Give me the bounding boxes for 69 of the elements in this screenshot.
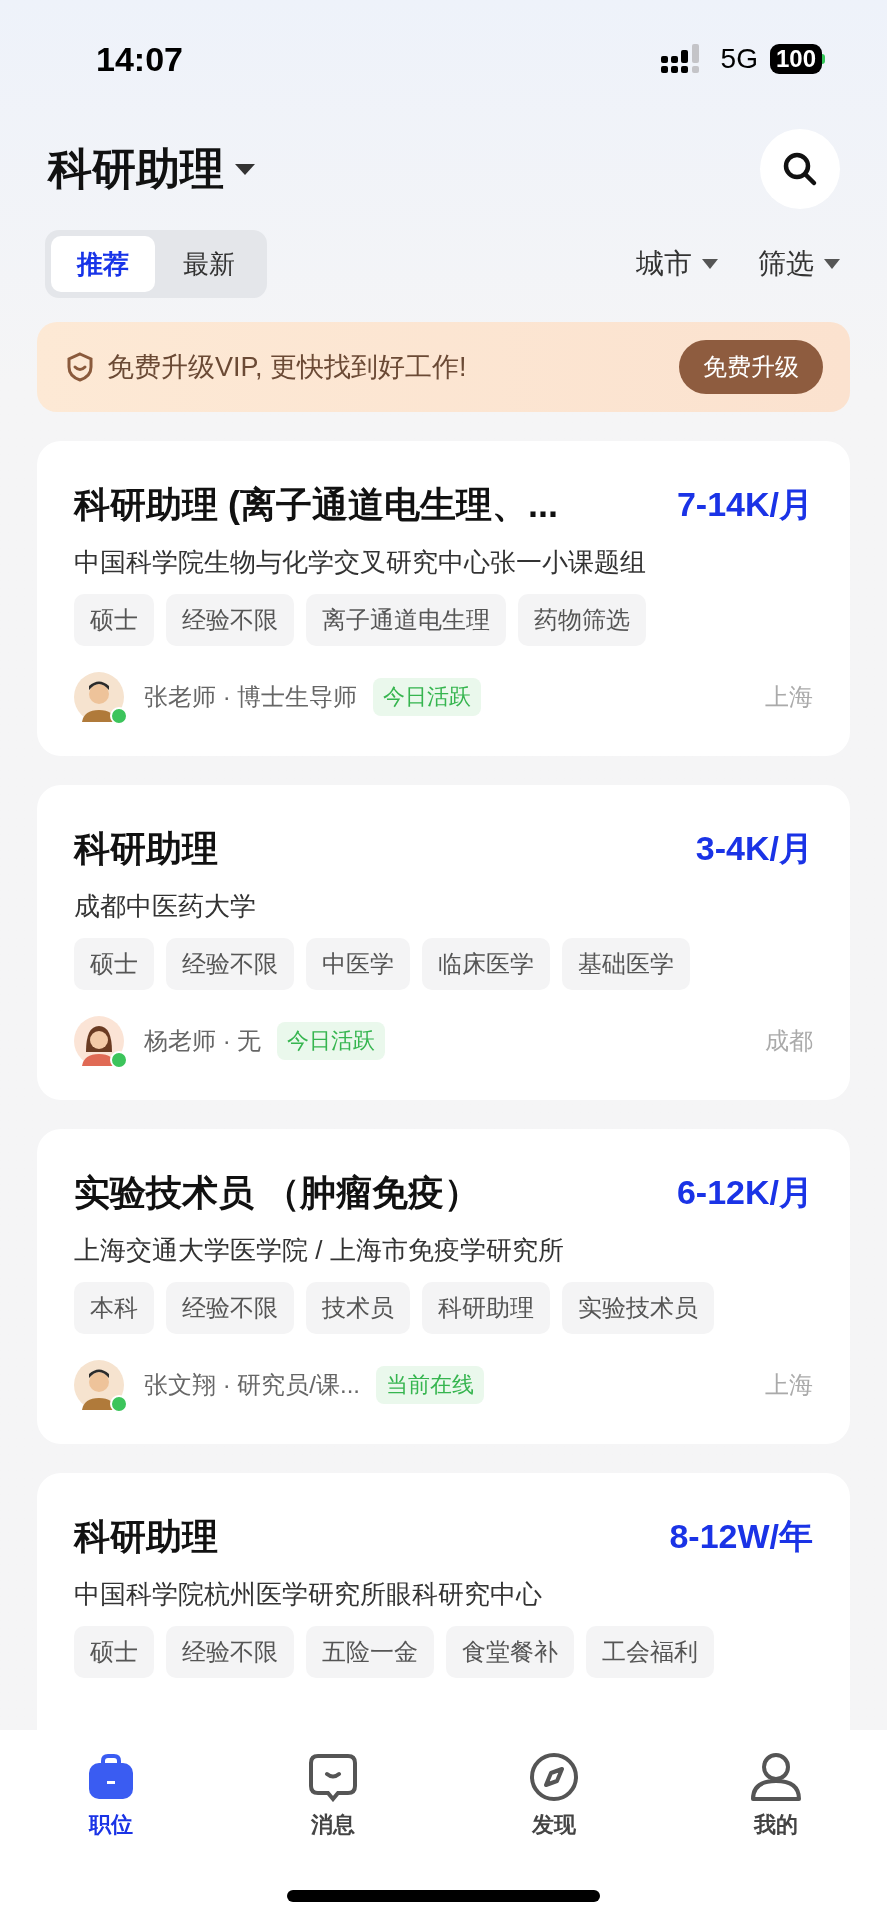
compass-icon bbox=[529, 1752, 580, 1802]
avatar bbox=[74, 1016, 124, 1066]
salary-text: 7-14K/月 bbox=[676, 484, 813, 525]
city-label: 成都 bbox=[765, 1026, 813, 1056]
shield-icon bbox=[65, 352, 95, 382]
city-label: 上海 bbox=[765, 682, 813, 712]
city-label: 上海 bbox=[765, 1370, 813, 1400]
tag: 中医学 bbox=[306, 938, 410, 990]
tag: 硕士 bbox=[74, 594, 154, 646]
job-card[interactable]: 科研助理 (离子通道电生理、... 7-14K/月 中国科学院生物与化学交叉研究中心张一小课题组 硕士 经验不限 离子通道电生理 药物筛选 张老师 · 博士生导师 今日活跃 上海 bbox=[37, 441, 850, 756]
nav-tab[interactable]: 消息 bbox=[221, 1752, 444, 1841]
status-time: 14:07 bbox=[96, 38, 183, 80]
company-name: 中国科学院杭州医学研究所眼科研究中心 bbox=[74, 1578, 543, 1611]
avatar bbox=[74, 1360, 124, 1410]
tag: 经验不限 bbox=[166, 594, 294, 646]
network-label: 5G bbox=[720, 42, 758, 76]
tag: 经验不限 bbox=[166, 938, 294, 990]
job-card[interactable]: 实验技术员 （肿瘤免疫） 6-12K/月 上海交通大学医学院 / 上海市免疫学研究所 本科 经验不限 技术员 科研助理 实验技术员 张文翔 · 研究员/课... 当前在线 上海 bbox=[37, 1129, 850, 1444]
activity-badge: 当前在线 bbox=[376, 1366, 484, 1404]
company-name: 成都中医药大学 bbox=[74, 890, 257, 923]
nav-tab[interactable]: 发现 bbox=[443, 1752, 666, 1841]
tag: 经验不限 bbox=[166, 1282, 294, 1334]
page-title: 科研助理 bbox=[48, 143, 224, 195]
person-icon bbox=[750, 1752, 803, 1802]
activity-badge: 今日活跃 bbox=[277, 1022, 386, 1060]
caret-icon bbox=[824, 259, 840, 269]
job-title: 科研助理 bbox=[74, 1514, 218, 1559]
tag: 本科 bbox=[74, 1282, 154, 1334]
battery-indicator: 100 bbox=[769, 44, 822, 74]
tag: 科研助理 bbox=[422, 1282, 550, 1334]
tag: 离子通道电生理 bbox=[306, 594, 506, 646]
filter-dropdown[interactable]: 城市 bbox=[636, 243, 718, 285]
nav-tab[interactable]: 职位 bbox=[0, 1752, 222, 1841]
job-title: 实验技术员 （肿瘤免疫） bbox=[74, 1170, 480, 1215]
activity-badge: 今日活跃 bbox=[373, 678, 482, 716]
company-name: 中国科学院生物与化学交叉研究中心张一小课题组 bbox=[74, 546, 647, 579]
recruiter-name: 张文翔 · 研究员/课... bbox=[144, 1370, 360, 1400]
tag: 食堂餐补 bbox=[446, 1626, 574, 1678]
tag: 临床医学 bbox=[422, 938, 550, 990]
nav-tab[interactable]: 我的 bbox=[665, 1752, 887, 1841]
dropdown-caret-icon[interactable] bbox=[234, 162, 256, 176]
recruiter-name: 张老师 · 博士生导师 bbox=[144, 682, 358, 712]
upgrade-button[interactable]: 免费升级 bbox=[679, 340, 823, 394]
salary-text: 8-12W/年 bbox=[669, 1516, 813, 1557]
tag: 实验技术员 bbox=[562, 1282, 714, 1334]
tag: 基础医学 bbox=[562, 938, 690, 990]
tab[interactable]: 推荐 bbox=[51, 236, 155, 292]
filter-dropdown[interactable]: 筛选 bbox=[758, 243, 840, 285]
tag: 硕士 bbox=[74, 1626, 154, 1678]
job-title: 科研助理 (离子通道电生理、... bbox=[74, 482, 558, 527]
company-name: 上海交通大学医学院 / 上海市免疫学研究所 bbox=[74, 1234, 565, 1267]
banner-text: 免费升级VIP, 更快找到好工作! bbox=[107, 350, 467, 384]
tag: 经验不限 bbox=[166, 1626, 294, 1678]
tag: 工会福利 bbox=[586, 1626, 714, 1678]
avatar bbox=[74, 672, 124, 722]
chat-bubble-icon bbox=[307, 1752, 358, 1802]
tag: 技术员 bbox=[306, 1282, 410, 1334]
tag: 药物筛选 bbox=[518, 594, 646, 646]
recruiter-name: 杨老师 · 无 bbox=[144, 1026, 262, 1056]
tag: 硕士 bbox=[74, 938, 154, 990]
search-icon bbox=[782, 151, 818, 187]
salary-text: 6-12K/月 bbox=[676, 1172, 813, 1213]
tag: 五险一金 bbox=[306, 1626, 434, 1678]
caret-icon bbox=[702, 259, 718, 269]
tab[interactable]: 最新 bbox=[157, 236, 261, 292]
job-card[interactable]: 科研助理 8-12W/年 中国科学院杭州医学研究所眼科研究中心 硕士 经验不限 五险一金 食堂餐补 工会福利 bbox=[37, 1473, 850, 1733]
job-title: 科研助理 bbox=[74, 826, 218, 871]
job-card[interactable]: 科研助理 3-4K/月 成都中医药大学 硕士 经验不限 中医学 临床医学 基础医学 杨老师 · 无 今日活跃 成都 bbox=[37, 785, 850, 1100]
salary-text: 3-4K/月 bbox=[695, 828, 813, 869]
